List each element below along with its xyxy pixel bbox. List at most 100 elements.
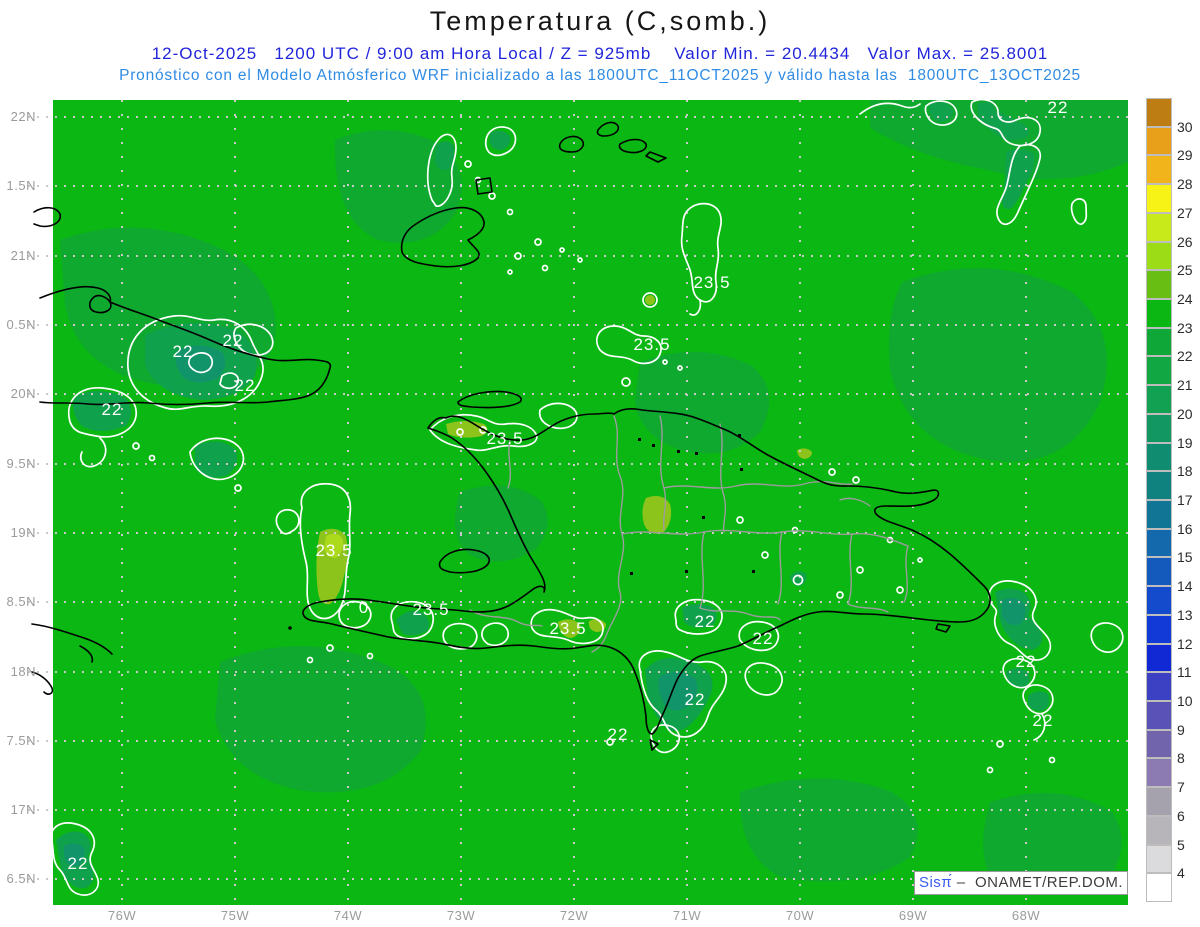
page-title: Temperatura (C,somb.): [429, 6, 771, 36]
colorbar-segment: [1146, 327, 1172, 357]
colorbar-tick-label: 12: [1177, 635, 1193, 652]
colorbar-tick-label: 23: [1177, 319, 1193, 336]
contour-label: 23.5: [693, 273, 730, 292]
colorbar-tick-label: 17: [1177, 492, 1193, 508]
lon-tick-label: 69W: [898, 908, 928, 923]
contour-label: 23.5: [315, 541, 352, 560]
colorbar-tick-label: 13: [1177, 606, 1193, 623]
lat-tick-label: 20N: [10, 386, 36, 401]
watermark-brand: Sisπ́: [918, 874, 957, 891]
watermark-badge: Sisπ́ – ONAMET/REP.DOM.: [914, 871, 1128, 895]
colorbar-segment: [1146, 815, 1172, 845]
contour-label: 22: [102, 400, 123, 419]
colorbar-segment: [1146, 787, 1172, 816]
colorbar-segment: [1146, 614, 1172, 644]
subtitle-line1: 12-Oct-2025 1200 UTC / 9:00 am Hora Loca…: [151, 44, 1049, 63]
colorbar-tick-label: 27: [1177, 204, 1193, 221]
colorbar-tick-label: 7: [1177, 779, 1185, 796]
colorbar-segment: [1146, 844, 1172, 874]
contour-label: 22: [173, 342, 194, 361]
colorbar-segment: [1146, 586, 1172, 615]
colorbar-segment: [1146, 873, 1172, 902]
colorbar-tick-label: 10: [1177, 693, 1193, 709]
colorbar-tick-label: 15: [1177, 549, 1193, 566]
weather-map: 22 23.5 23.5 22 22 22 22 23.5 23.5 0 23.5 23.5 22 22 2…: [28, 98, 1128, 905]
colorbar-segment: [1146, 471, 1172, 500]
contour-label: 22: [1033, 711, 1054, 730]
lon-tick-label: 73W: [446, 908, 476, 923]
colorbar-segment: [1146, 643, 1172, 673]
contour-label: 23.5: [633, 335, 670, 354]
contour-label: 23.5: [412, 600, 449, 619]
lat-tick-label: 8.5N: [6, 594, 36, 609]
colorbar-tick-label: 19: [1177, 434, 1193, 451]
lat-tick-label: 9.5N: [6, 456, 36, 471]
lat-tick-label: 22N: [10, 109, 36, 124]
colorbar-segment: [1146, 500, 1172, 529]
colorbar-tick-label: 20: [1177, 405, 1193, 422]
lat-tick-label: 6.5N: [6, 871, 36, 886]
colorbar-tick-label: 14: [1177, 578, 1193, 595]
temperature-shading: [40, 100, 1128, 905]
contour-label: 22: [608, 725, 629, 744]
lon-tick-label: 74W: [333, 908, 363, 923]
colorbar-segment: [1146, 241, 1172, 271]
colorbar-segment: [1146, 729, 1172, 759]
lat-tick-label: 1.5N: [6, 178, 36, 193]
colorbar-segment: [1146, 528, 1172, 558]
colorbar-segment: [1146, 184, 1172, 213]
colorbar-tick-label: 8: [1177, 750, 1185, 767]
lat-tick-label: 17N: [10, 802, 36, 817]
colorbar-segment: [1146, 758, 1172, 788]
map-canvas: 22 23.5 23.5 22 22 22 22 23.5 23.5 0 23.5 23.5 22 22 2…: [28, 98, 1128, 905]
colorbar-segment: [1146, 672, 1172, 701]
colorbar-tick-label: 4: [1177, 865, 1185, 882]
colorbar-tick-label: 26: [1177, 233, 1193, 250]
lat-tick-label: 7.5N: [6, 733, 36, 748]
lat-tick-label: 19N: [10, 525, 36, 540]
lat-tick-label: 18N: [10, 664, 36, 679]
contour-label: 23.5: [549, 619, 586, 638]
contour-label: 22: [695, 612, 716, 631]
lon-tick-label: 72W: [559, 908, 589, 923]
colorbar-segment: [1146, 557, 1172, 587]
colorbar-tick-label: 29: [1177, 147, 1193, 164]
lon-tick-label: 68W: [1011, 908, 1041, 923]
contour-label: 0: [359, 598, 369, 617]
colorbar-tick-label: 25: [1177, 262, 1193, 279]
colorbar-segment: [1146, 413, 1172, 443]
colorbar-tick-label: 30: [1177, 118, 1193, 135]
colorbar-segment: [1146, 98, 1172, 127]
colorbar-segment: [1146, 299, 1172, 328]
colorbar-tick-label: 16: [1177, 520, 1193, 537]
colorbar-segment: [1146, 442, 1172, 472]
colorbar-tick-label: 9: [1177, 721, 1185, 738]
colorbar-segment: [1146, 126, 1172, 156]
colorbar-segment: [1146, 356, 1172, 386]
contour-label: 22: [753, 629, 774, 648]
colorbar-tick-label: 24: [1177, 291, 1193, 307]
lon-tick-label: 70W: [785, 908, 815, 923]
colorbar-tick-label: 6: [1177, 807, 1185, 824]
watermark-text: – ONAMET/REP.DOM.: [956, 874, 1124, 891]
colorbar-segment: [1146, 212, 1172, 242]
colorbar-segment: [1146, 155, 1172, 185]
contour-label: 22: [685, 690, 706, 709]
colorbar-tick-label: 11: [1177, 664, 1192, 681]
colorbar-tick-label: 5: [1177, 836, 1185, 853]
colorbar-tick-label: 28: [1177, 176, 1193, 193]
colorbar-segment: [1146, 385, 1172, 414]
colorbar-tick-label: 18: [1177, 463, 1193, 480]
lon-tick-label: 76W: [107, 908, 137, 923]
contour-label: 22: [223, 331, 244, 350]
colorbar-segment: [1146, 701, 1172, 730]
lat-tick-label: 0.5N: [6, 317, 36, 332]
colorbar-tick-label: 22: [1177, 348, 1193, 365]
colorbar-segment: [1146, 270, 1172, 299]
colorbar-tick-label: 21: [1177, 377, 1193, 394]
contour-label: 23.5: [486, 429, 523, 448]
subtitle-line2: Pronóstico con el Modelo Atmósferico WRF…: [119, 67, 1081, 84]
lat-tick-label: 21N: [10, 248, 36, 263]
contour-label: 22: [68, 854, 89, 873]
lon-tick-label: 71W: [672, 908, 702, 923]
